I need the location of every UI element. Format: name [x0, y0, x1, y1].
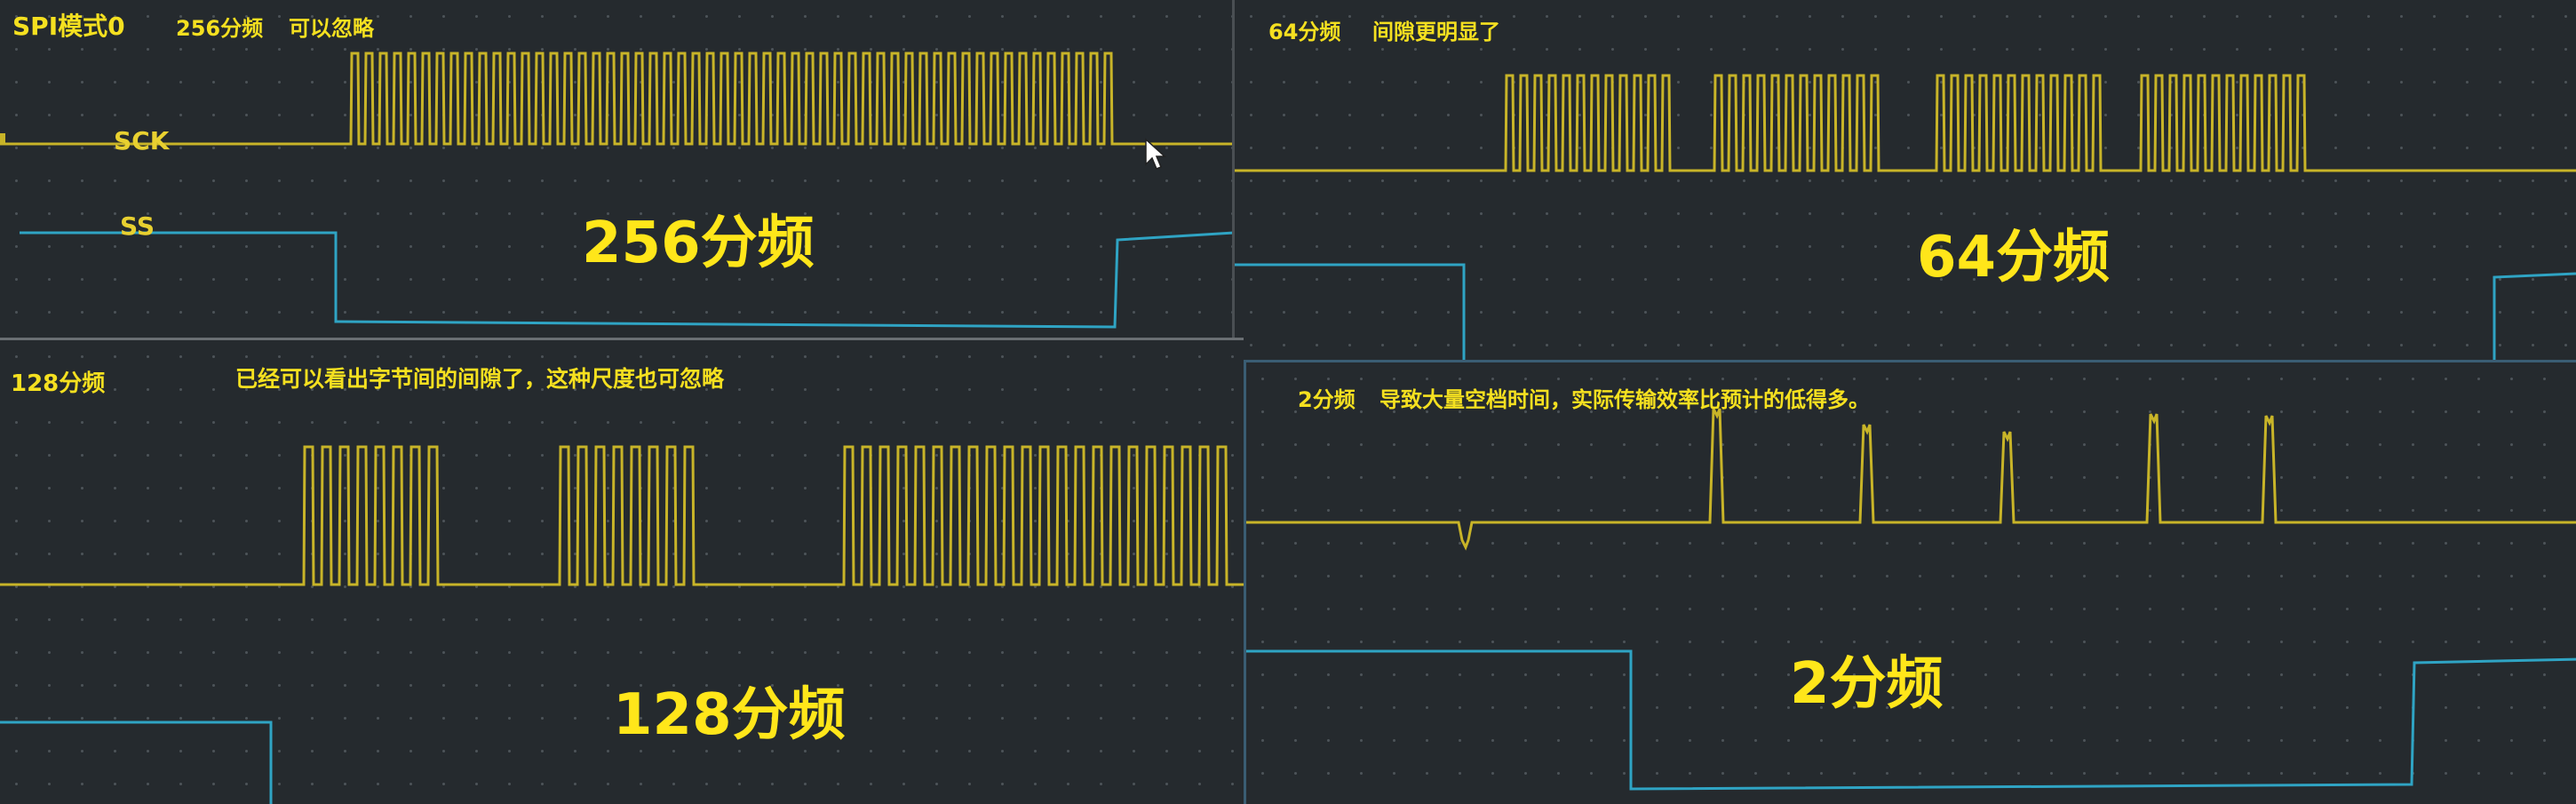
ss-label: SS — [120, 211, 155, 241]
divider-big-label: 256分频 — [582, 211, 815, 276]
scope-panel-128: 128分频 已经可以看出字节间的间隙了，这种尺度也可忽略 128分频 — [0, 338, 1244, 804]
divider-big-label: 128分频 — [613, 682, 846, 748]
waveform-2 — [1246, 408, 2576, 791]
note-label: 导致大量空档时间，实际传输效率比预计的低得多。 — [1379, 387, 1870, 412]
mouse-pointer-icon — [1145, 138, 1166, 170]
spi-mode-label: SPI模式0 — [12, 12, 125, 41]
note-label: 可以忽略 — [289, 16, 374, 41]
sck-trace — [0, 445, 1244, 586]
channel-marker — [0, 133, 5, 144]
sck-trace — [1235, 74, 2576, 172]
sck-label: SCK — [114, 126, 170, 155]
sck-trace — [1246, 408, 2576, 551]
ss-trace — [0, 720, 273, 804]
waveform-64 — [1235, 74, 2576, 360]
divider-big-label: 2分频 — [1790, 651, 1944, 717]
scope-panel-64: 64分频 间隙更明显了 64分频 — [1235, 0, 2576, 360]
divider-label: 2分频 — [1298, 387, 1356, 412]
divider-label: 256分频 — [176, 16, 264, 41]
divider-label: 64分频 — [1268, 20, 1341, 44]
scope-panel-2: 2分频 导致大量空档时间，实际传输效率比预计的低得多。 2分频 — [1244, 360, 2576, 804]
note-label: 已经可以看出字节间的间隙了，这种尺度也可忽略 — [235, 366, 725, 392]
divider-label: 128分频 — [11, 370, 106, 397]
waveform-256 — [0, 52, 1232, 329]
note-label: 间隙更明显了 — [1372, 20, 1500, 44]
divider-big-label: 64分频 — [1917, 225, 2111, 291]
ss-trace — [1235, 263, 2576, 360]
scope-panel-256: SPI模式0 256分频 可以忽略 SCK SS 256分频 — [0, 0, 1235, 338]
sck-trace — [0, 52, 1232, 146]
